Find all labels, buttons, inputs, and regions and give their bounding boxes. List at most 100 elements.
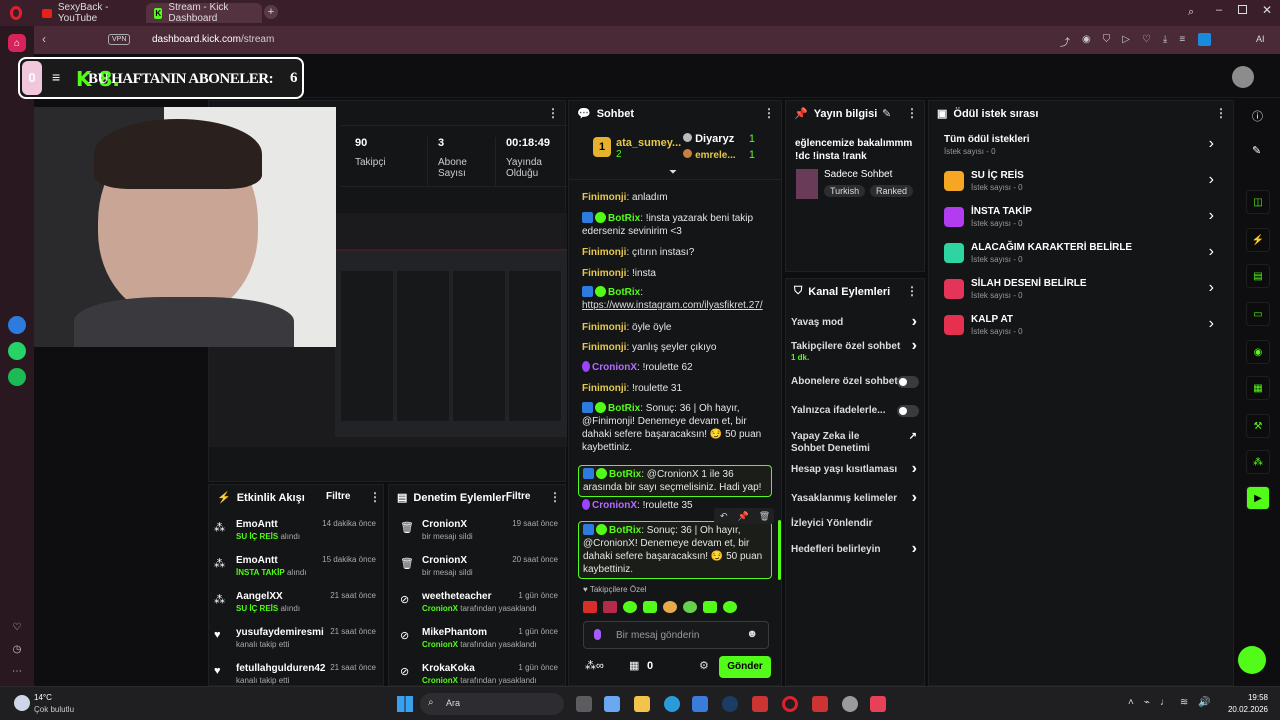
points-icon[interactable]: ⁂∞ <box>585 659 604 672</box>
notes-icon[interactable]: ▤ <box>1246 264 1270 288</box>
url-text[interactable]: dashboard.kick.com/stream <box>152 34 274 45</box>
filter-button[interactable]: Filtre <box>506 491 530 502</box>
channel-action-item[interactable]: Hesap yaşı kısıtlaması › <box>791 460 919 477</box>
chat-username[interactable]: Finimonji <box>582 322 626 333</box>
info-icon[interactable]: ⓘ <box>1252 108 1263 124</box>
spotify-icon[interactable] <box>8 368 26 386</box>
close-button[interactable]: ✕ <box>1262 3 1272 17</box>
chat-username[interactable]: CronionX <box>592 500 637 511</box>
menu-icon[interactable]: ≡ <box>1179 34 1185 49</box>
chat-username[interactable]: BotRix <box>609 525 641 536</box>
reward-item[interactable]: SU İÇ REİS İstek sayısı - 0 › <box>944 168 1224 198</box>
hamburger-icon[interactable]: ≡ <box>52 69 60 85</box>
emote-icon[interactable] <box>703 601 717 613</box>
chat-message[interactable]: BotRix: @CronionX 1 ile 36 arasında bir … <box>578 465 772 497</box>
chat-username[interactable]: Finimonji <box>582 342 626 353</box>
chat-username[interactable]: Finimonji <box>582 192 626 203</box>
channel-action-item[interactable]: Abonelere özel sohbet <box>791 376 919 388</box>
share-icon[interactable]: ⤴ <box>1060 34 1070 49</box>
chat-username[interactable]: Finimonji <box>582 268 626 279</box>
taskbar-search[interactable]: ⌕ Ara <box>420 693 564 715</box>
toggle-switch[interactable] <box>897 405 919 417</box>
moderation-user[interactable]: CronionX <box>422 555 467 566</box>
steam-icon[interactable] <box>722 696 738 712</box>
messenger-icon[interactable] <box>8 316 26 334</box>
moderator-name[interactable]: CronionX <box>422 604 458 613</box>
pencil-icon[interactable]: ✎ <box>1252 144 1261 157</box>
chat-message[interactable]: BotRix: Sonuç: 36 | Oh hayır, @CronionX!… <box>578 521 772 579</box>
chat-message[interactable]: BotRix: https://www.instagram.com/ilyasf… <box>582 286 772 312</box>
settings-icon[interactable]: ⚙ <box>699 659 709 672</box>
chevron-up-icon[interactable]: ˄ <box>1128 697 1134 708</box>
kebab-icon[interactable]: ⋮ <box>763 106 775 120</box>
edge-icon[interactable] <box>664 696 680 712</box>
activity-user[interactable]: yusufaydemiresmi <box>236 627 324 638</box>
chat-input[interactable]: Bir mesaj gönderin ☻ <box>583 621 769 649</box>
clock-icon[interactable]: ◷ <box>8 640 26 658</box>
kebab-icon[interactable]: ⋮ <box>369 490 381 504</box>
layout-icon[interactable]: ▦ <box>1246 376 1270 400</box>
channel-action-item[interactable]: Yavaş mod › <box>791 313 919 330</box>
opera-logo-icon[interactable] <box>10 6 22 20</box>
emote-icon[interactable] <box>643 601 657 613</box>
moderator-name[interactable]: CronionX <box>422 676 458 685</box>
kebab-icon[interactable]: ⋮ <box>1215 106 1227 120</box>
emote-icon[interactable] <box>583 601 597 613</box>
category-name[interactable]: Sadece Sohbet <box>824 169 892 180</box>
extension-icon[interactable] <box>1198 33 1211 46</box>
shield-icon[interactable]: ⛉ <box>1103 34 1111 49</box>
kebab-icon[interactable]: ⋮ <box>906 284 918 298</box>
emote-icon[interactable] <box>683 601 697 613</box>
explorer-icon[interactable] <box>634 696 650 712</box>
reward-item[interactable]: İNSTA TAKİP İstek sayısı - 0 › <box>944 204 1224 234</box>
copilot-icon[interactable] <box>604 696 620 712</box>
channel-action-item[interactable]: Yasaklanmış kelimeler › <box>791 489 919 506</box>
play-icon[interactable]: ▷ <box>1122 34 1130 49</box>
wrench-icon[interactable]: ⚒ <box>1246 414 1270 438</box>
channel-action-item[interactable]: Yalnızca ifadelerle... <box>791 405 919 417</box>
activity-user[interactable]: EmoAntt <box>236 519 278 530</box>
download-icon[interactable]: ⤓ <box>1163 34 1167 49</box>
emoji-icon[interactable]: ☻ <box>746 628 758 640</box>
chat-message[interactable]: BotRix: Sonuç: 36 | Oh hayır, @Finimonji… <box>582 402 772 454</box>
chat-username[interactable]: Finimonji <box>582 383 626 394</box>
chat-message[interactable]: Finimonji: !roulette 31 <box>582 382 772 395</box>
store-icon[interactable]: ▦ <box>629 659 639 672</box>
ai-button[interactable]: AI <box>1256 34 1265 44</box>
opera-icon[interactable] <box>782 696 798 712</box>
leader-1[interactable]: Diyaryz 1 <box>683 133 763 145</box>
all-rewards-row[interactable]: Tüm ödül istekleri İstek sayısı - 0 › <box>944 132 1224 162</box>
more-icon[interactable]: ⋯ <box>8 662 26 680</box>
clapper-icon[interactable]: ▶ <box>1246 486 1270 510</box>
reward-item[interactable]: SİLAH DESENİ BELİRLE İstek sayısı - 0 › <box>944 276 1224 306</box>
task-view-icon[interactable] <box>576 696 592 712</box>
chat-username[interactable]: BotRix <box>609 469 641 480</box>
whatsapp-icon[interactable] <box>8 342 26 360</box>
moderation-user[interactable]: MikePhantom <box>422 627 487 638</box>
expand-icon[interactable]: ⏷ <box>669 167 677 178</box>
leader-2[interactable]: emrele... 1 <box>683 149 763 161</box>
focus-icon[interactable]: ◫ <box>1246 190 1270 214</box>
search-icon[interactable]: ⌕ <box>1188 6 1194 19</box>
reward-item[interactable]: ALACAĞIM KARAKTERİ BELİRLE İstek sayısı -… <box>944 240 1224 270</box>
toggle-switch[interactable] <box>897 376 919 388</box>
valorant-icon[interactable] <box>870 696 886 712</box>
chat-message[interactable]: Finimonji: çıtırın instası? <box>582 246 772 259</box>
app-icon[interactable] <box>812 696 828 712</box>
tag-turkish[interactable]: Turkish <box>824 185 866 197</box>
chat-username[interactable]: BotRix <box>608 403 640 414</box>
kebab-icon[interactable]: ⋮ <box>549 490 561 504</box>
activity-user[interactable]: EmoAntt <box>236 555 278 566</box>
home-icon[interactable]: ⌂ <box>8 34 26 52</box>
maximize-button[interactable] <box>1238 5 1247 14</box>
tag-ranked[interactable]: Ranked <box>870 185 914 197</box>
chat-message[interactable]: CronionX: !roulette 62 <box>582 361 772 374</box>
trash-icon[interactable]: 🗑 <box>759 511 770 522</box>
heart-icon[interactable]: ♡ <box>8 618 26 636</box>
chat-message[interactable]: BotRix: !insta yazarak beni takip ederse… <box>582 212 772 238</box>
clock-time[interactable]: 19:58 <box>1230 693 1268 702</box>
new-tab-button[interactable]: + <box>264 5 278 19</box>
emote-icon[interactable] <box>663 601 677 613</box>
pin-icon[interactable]: 📌 <box>738 511 749 522</box>
network-off-icon[interactable]: ⌁ <box>1144 697 1150 708</box>
